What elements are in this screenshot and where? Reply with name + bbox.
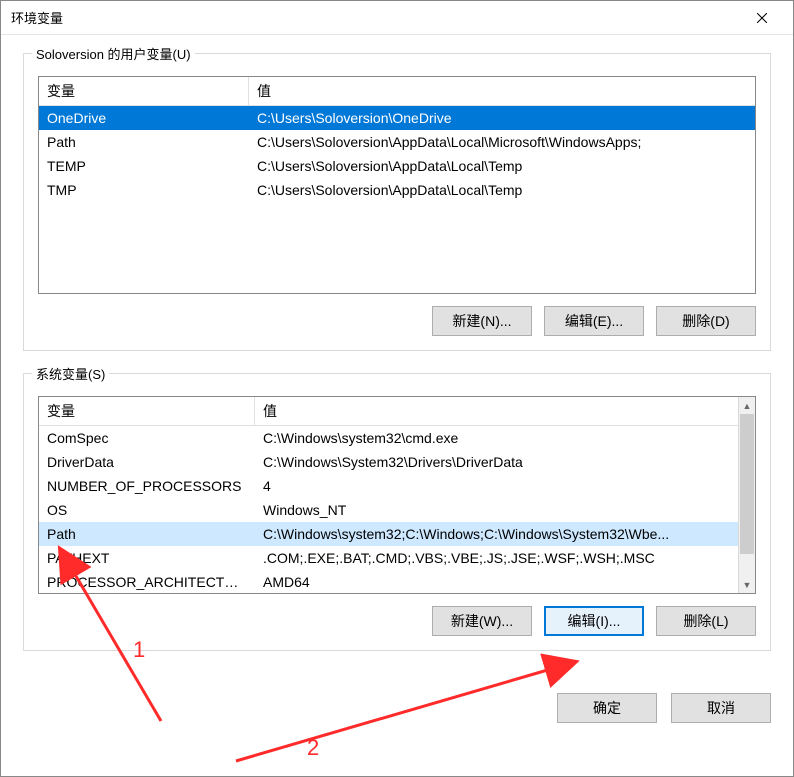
- cell-variable: PROCESSOR_ARCHITECTURE: [39, 574, 255, 590]
- user-col-variable[interactable]: 变量: [39, 77, 249, 105]
- system-col-value[interactable]: 值: [255, 397, 285, 425]
- table-row[interactable]: PATHEXT.COM;.EXE;.BAT;.CMD;.VBS;.VBE;.JS…: [39, 546, 755, 570]
- system-col-variable[interactable]: 变量: [39, 397, 255, 425]
- cell-variable: OS: [39, 502, 255, 518]
- table-row[interactable]: TMPC:\Users\Soloversion\AppData\Local\Te…: [39, 178, 755, 202]
- annotation-label-2: 2: [307, 735, 319, 761]
- cell-value: AMD64: [255, 574, 755, 590]
- cell-variable: OneDrive: [39, 110, 249, 126]
- close-icon: [757, 13, 767, 23]
- user-new-button[interactable]: 新建(N)...: [432, 306, 532, 336]
- scroll-thumb[interactable]: [740, 414, 754, 554]
- cell-variable: Path: [39, 526, 255, 542]
- cell-value: .COM;.EXE;.BAT;.CMD;.VBS;.VBE;.JS;.JSE;.…: [255, 550, 755, 566]
- user-edit-button[interactable]: 编辑(E)...: [544, 306, 644, 336]
- cell-variable: NUMBER_OF_PROCESSORS: [39, 478, 255, 494]
- scroll-down-icon[interactable]: ▼: [739, 576, 755, 593]
- scroll-up-icon[interactable]: ▲: [739, 397, 755, 414]
- table-row[interactable]: PathC:\Windows\system32;C:\Windows;C:\Wi…: [39, 522, 755, 546]
- cell-variable: Path: [39, 134, 249, 150]
- cell-variable: PATHEXT: [39, 550, 255, 566]
- user-col-value[interactable]: 值: [249, 77, 279, 105]
- system-edit-button[interactable]: 编辑(I)...: [544, 606, 644, 636]
- user-delete-button[interactable]: 删除(D): [656, 306, 756, 336]
- cell-value: C:\Windows\system32\cmd.exe: [255, 430, 755, 446]
- cell-value: C:\Users\Soloversion\AppData\Local\Temp: [249, 158, 755, 174]
- system-delete-button[interactable]: 删除(L): [656, 606, 756, 636]
- cell-value: C:\Users\Soloversion\AppData\Local\Micro…: [249, 134, 755, 150]
- cell-value: Windows_NT: [255, 502, 755, 518]
- system-new-button[interactable]: 新建(W)...: [432, 606, 532, 636]
- table-row[interactable]: PROCESSOR_ARCHITECTUREAMD64: [39, 570, 755, 594]
- system-vars-table[interactable]: 变量 值 ComSpecC:\Windows\system32\cmd.exeD…: [38, 396, 756, 594]
- system-vars-label: 系统变量(S): [32, 364, 109, 383]
- user-table-header: 变量 值: [39, 77, 755, 106]
- cell-variable: TMP: [39, 182, 249, 198]
- cell-variable: ComSpec: [39, 430, 255, 446]
- table-row[interactable]: OneDriveC:\Users\Soloversion\OneDrive: [39, 106, 755, 130]
- system-table-header: 变量 值: [39, 397, 755, 426]
- table-row[interactable]: OSWindows_NT: [39, 498, 755, 522]
- table-row[interactable]: NUMBER_OF_PROCESSORS4: [39, 474, 755, 498]
- titlebar: 环境变量: [1, 1, 793, 35]
- close-button[interactable]: [739, 2, 785, 34]
- annotation-label-1: 1: [133, 637, 145, 663]
- user-vars-group: Soloversion 的用户变量(U) 变量 值 OneDriveC:\Use…: [23, 53, 771, 351]
- cell-value: C:\Windows\System32\Drivers\DriverData: [255, 454, 755, 470]
- system-scrollbar[interactable]: ▲ ▼: [738, 397, 755, 593]
- cell-value: C:\Users\Soloversion\AppData\Local\Temp: [249, 182, 755, 198]
- user-vars-table[interactable]: 变量 值 OneDriveC:\Users\Soloversion\OneDri…: [38, 76, 756, 294]
- table-row[interactable]: DriverDataC:\Windows\System32\Drivers\Dr…: [39, 450, 755, 474]
- table-row[interactable]: TEMPC:\Users\Soloversion\AppData\Local\T…: [39, 154, 755, 178]
- cell-variable: DriverData: [39, 454, 255, 470]
- cell-variable: TEMP: [39, 158, 249, 174]
- ok-button[interactable]: 确定: [557, 693, 657, 723]
- env-vars-dialog: 环境变量 Soloversion 的用户变量(U) 变量 值 OneDriveC…: [0, 0, 794, 777]
- cancel-button[interactable]: 取消: [671, 693, 771, 723]
- system-vars-group: 系统变量(S) 变量 值 ComSpecC:\Windows\system32\…: [23, 373, 771, 651]
- user-vars-label: Soloversion 的用户变量(U): [32, 44, 195, 63]
- cell-value: 4: [255, 478, 755, 494]
- window-title: 环境变量: [11, 8, 739, 27]
- cell-value: C:\Users\Soloversion\OneDrive: [249, 110, 755, 126]
- cell-value: C:\Windows\system32;C:\Windows;C:\Window…: [255, 526, 755, 542]
- table-row[interactable]: PathC:\Users\Soloversion\AppData\Local\M…: [39, 130, 755, 154]
- table-row[interactable]: ComSpecC:\Windows\system32\cmd.exe: [39, 426, 755, 450]
